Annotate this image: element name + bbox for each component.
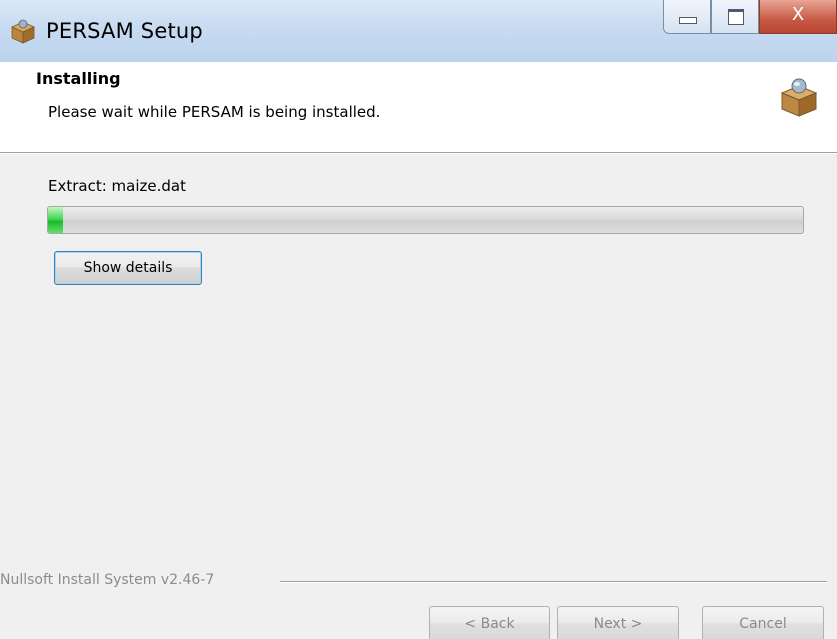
back-button[interactable]: < Back: [429, 606, 550, 639]
progress-bar-fill: [48, 207, 64, 233]
installer-box-icon: [780, 78, 818, 117]
progress-bar: [47, 206, 804, 234]
branding-divider: [280, 581, 827, 583]
setup-window: PERSAM Setup X Installing Please wait wh…: [0, 0, 837, 639]
page-subtitle: Please wait while PERSAM is being instal…: [48, 103, 381, 121]
caption-buttons: X: [663, 0, 837, 38]
minimize-button[interactable]: [663, 0, 711, 34]
close-button[interactable]: X: [759, 0, 837, 34]
show-details-button[interactable]: Show details: [54, 251, 202, 285]
title-bar[interactable]: PERSAM Setup X: [0, 0, 837, 62]
cancel-button[interactable]: Cancel: [702, 606, 824, 639]
window-title: PERSAM Setup: [46, 19, 203, 43]
minimize-icon: [679, 17, 697, 24]
maximize-icon: [728, 9, 744, 25]
close-icon: X: [791, 4, 805, 25]
progress-status-text: Extract: maize.dat: [48, 177, 186, 195]
branding-text: Nullsoft Install System v2.46-7: [0, 572, 221, 588]
page-title: Installing: [36, 69, 121, 88]
maximize-button[interactable]: [711, 0, 759, 34]
header-divider-highlight: [0, 153, 837, 154]
next-button[interactable]: Next >: [557, 606, 679, 639]
header-panel: Installing Please wait while PERSAM is b…: [0, 62, 837, 152]
installer-box-icon: [11, 19, 35, 44]
